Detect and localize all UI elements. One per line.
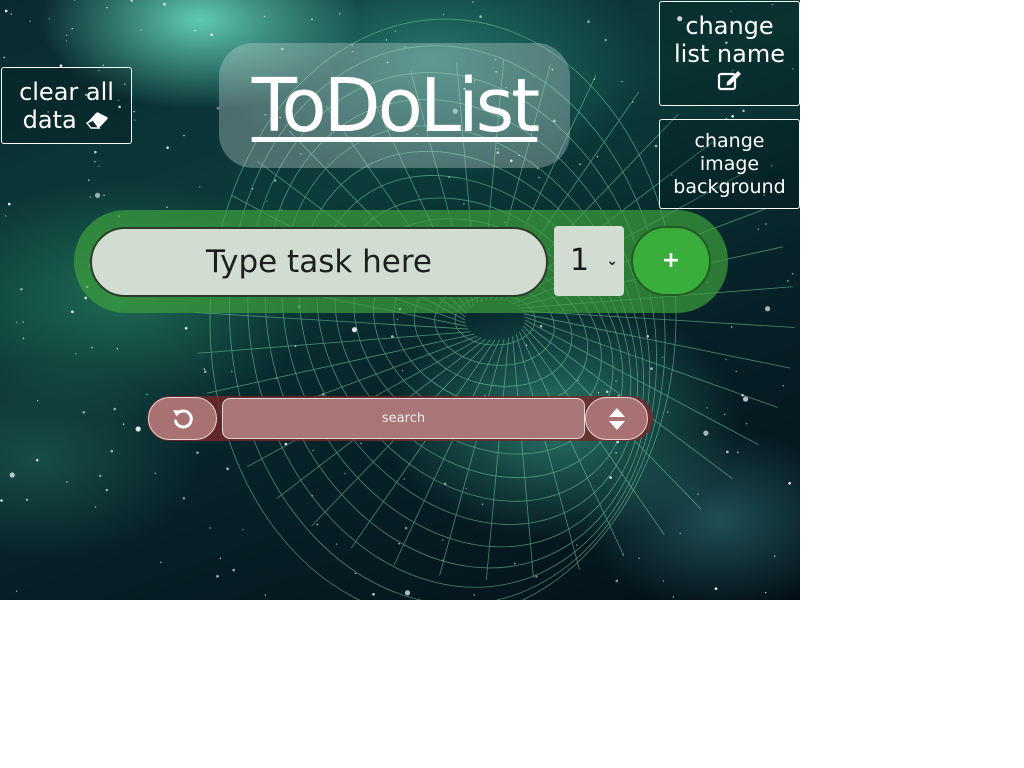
eraser-icon xyxy=(84,107,110,135)
clear-all-label-line2: data xyxy=(22,106,77,134)
change-bg-label-line3: background xyxy=(673,176,786,198)
task-input[interactable] xyxy=(90,227,548,297)
chevron-down-icon: ⌄ xyxy=(606,253,618,269)
change-bg-label-line1: change xyxy=(694,130,765,152)
priority-value: 1 xyxy=(570,243,590,278)
search-input[interactable] xyxy=(222,398,585,439)
clear-all-label-line1: clear all xyxy=(19,78,114,106)
priority-select[interactable]: 1 ⌄ xyxy=(554,226,624,296)
edit-icon xyxy=(717,69,743,97)
refresh-icon xyxy=(171,407,195,435)
page-title: ToDoList xyxy=(251,63,541,149)
sort-button[interactable] xyxy=(585,397,648,440)
change-background-button[interactable]: change image background xyxy=(659,119,800,209)
add-task-button[interactable]: + xyxy=(631,226,711,296)
change-list-name-button[interactable]: change list name xyxy=(659,1,800,106)
clear-all-data-button[interactable]: clear all data xyxy=(1,67,132,144)
change-bg-label-line2: image xyxy=(699,153,760,175)
change-name-label-line2: list name xyxy=(674,40,785,68)
change-name-label-line1: change xyxy=(685,12,774,40)
sort-icon xyxy=(608,407,626,435)
refresh-button[interactable] xyxy=(148,397,217,440)
title-panel: ToDoList xyxy=(219,43,570,168)
